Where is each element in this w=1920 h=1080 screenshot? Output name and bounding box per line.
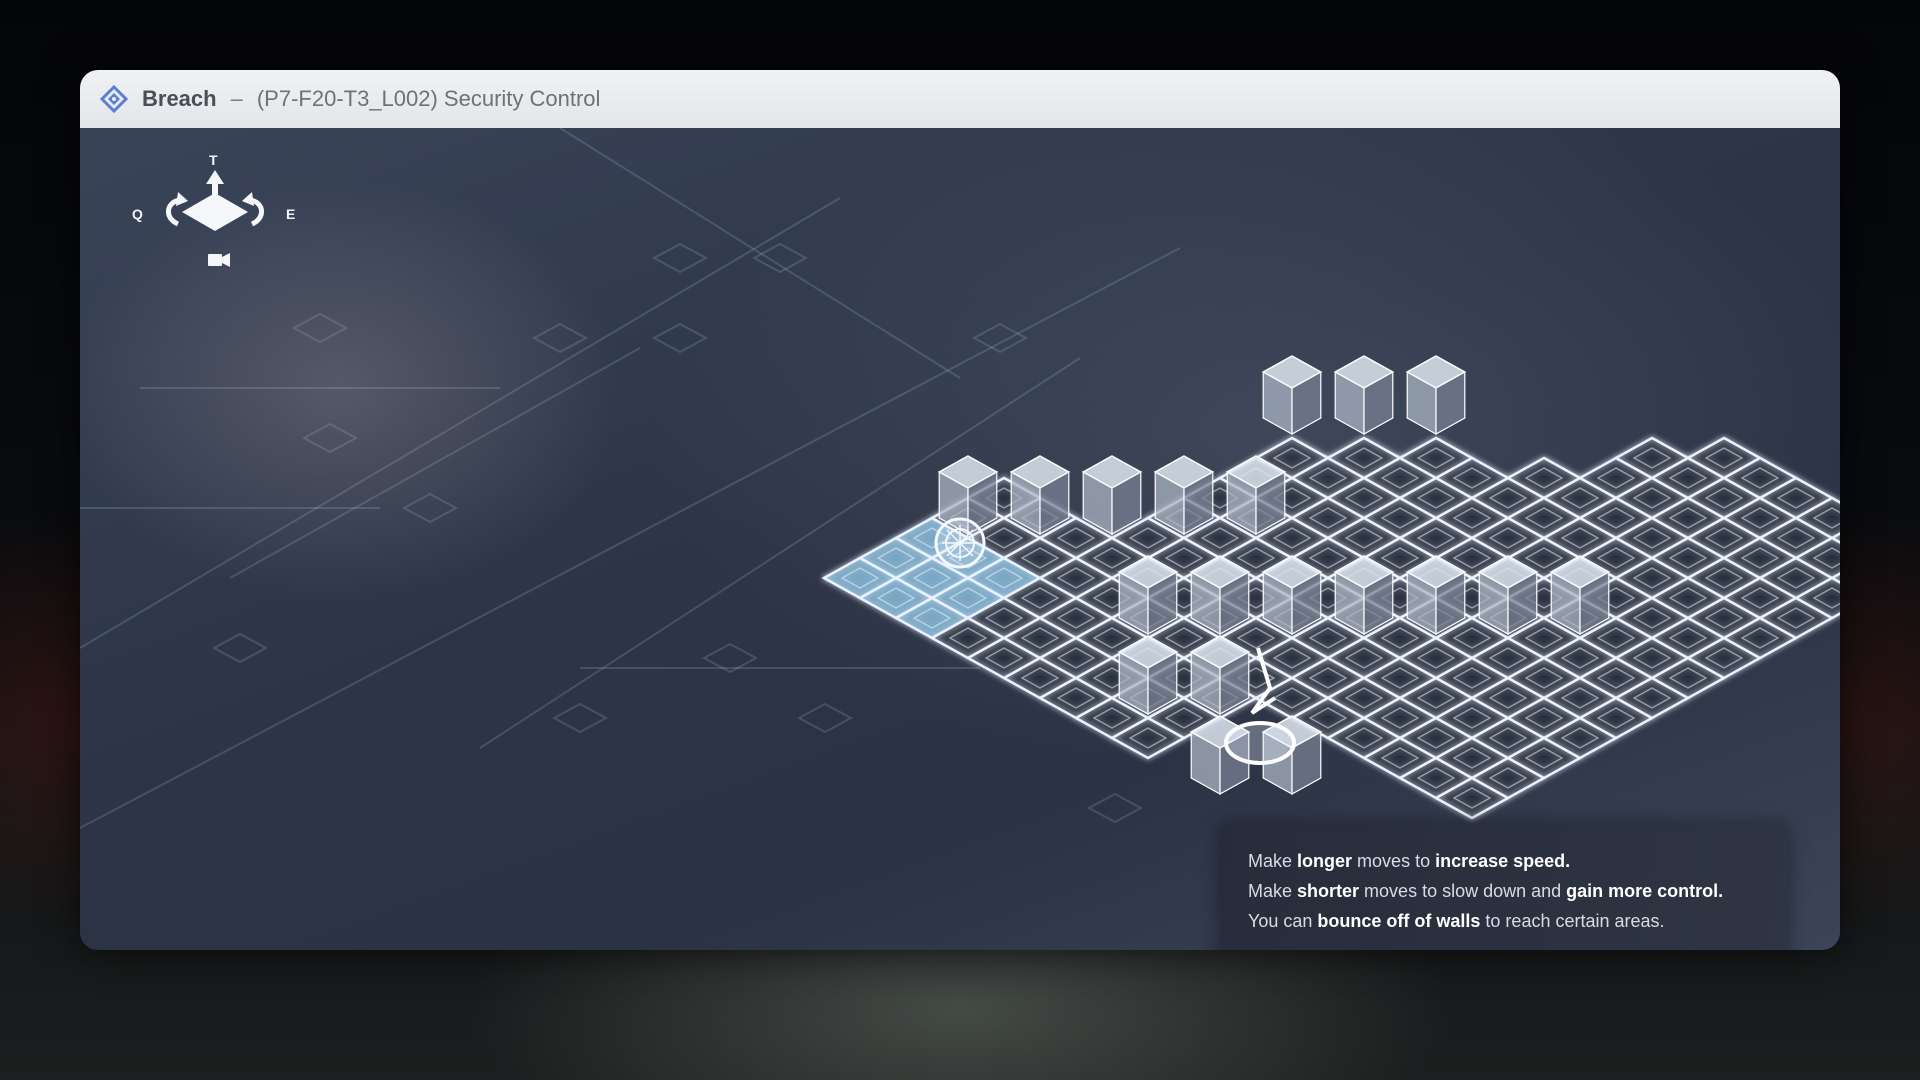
rotate-left-key-label: Q: [132, 206, 143, 222]
game-window: Breach – (P7-F20-T3_L002) Security Contr…: [80, 70, 1840, 950]
diamond-gear-icon: [100, 85, 128, 113]
hint-line-2: Make shorter moves to slow down and gain…: [1248, 881, 1724, 901]
camera-controls[interactable]: T Q E: [120, 148, 310, 278]
hint-line-1: Make longer moves to increase speed.: [1248, 851, 1571, 871]
tutorial-hint-box: Make longer moves to increase speed. Mak…: [1220, 825, 1788, 950]
hint-line-3: You can bounce off of walls to reach cer…: [1248, 911, 1665, 931]
game-viewport[interactable]: T Q E Make longer moves to increase spee…: [80, 128, 1840, 950]
title-separator: –: [230, 86, 243, 111]
app-name: Breach: [142, 86, 217, 111]
level-name: (P7-F20-T3_L002) Security Control: [256, 86, 601, 111]
rotate-right-key-label: E: [286, 206, 296, 222]
player-ball[interactable]: [934, 517, 986, 569]
title-bar: Breach – (P7-F20-T3_L002) Security Contr…: [80, 70, 1840, 128]
tilt-key-label: T: [209, 152, 218, 168]
